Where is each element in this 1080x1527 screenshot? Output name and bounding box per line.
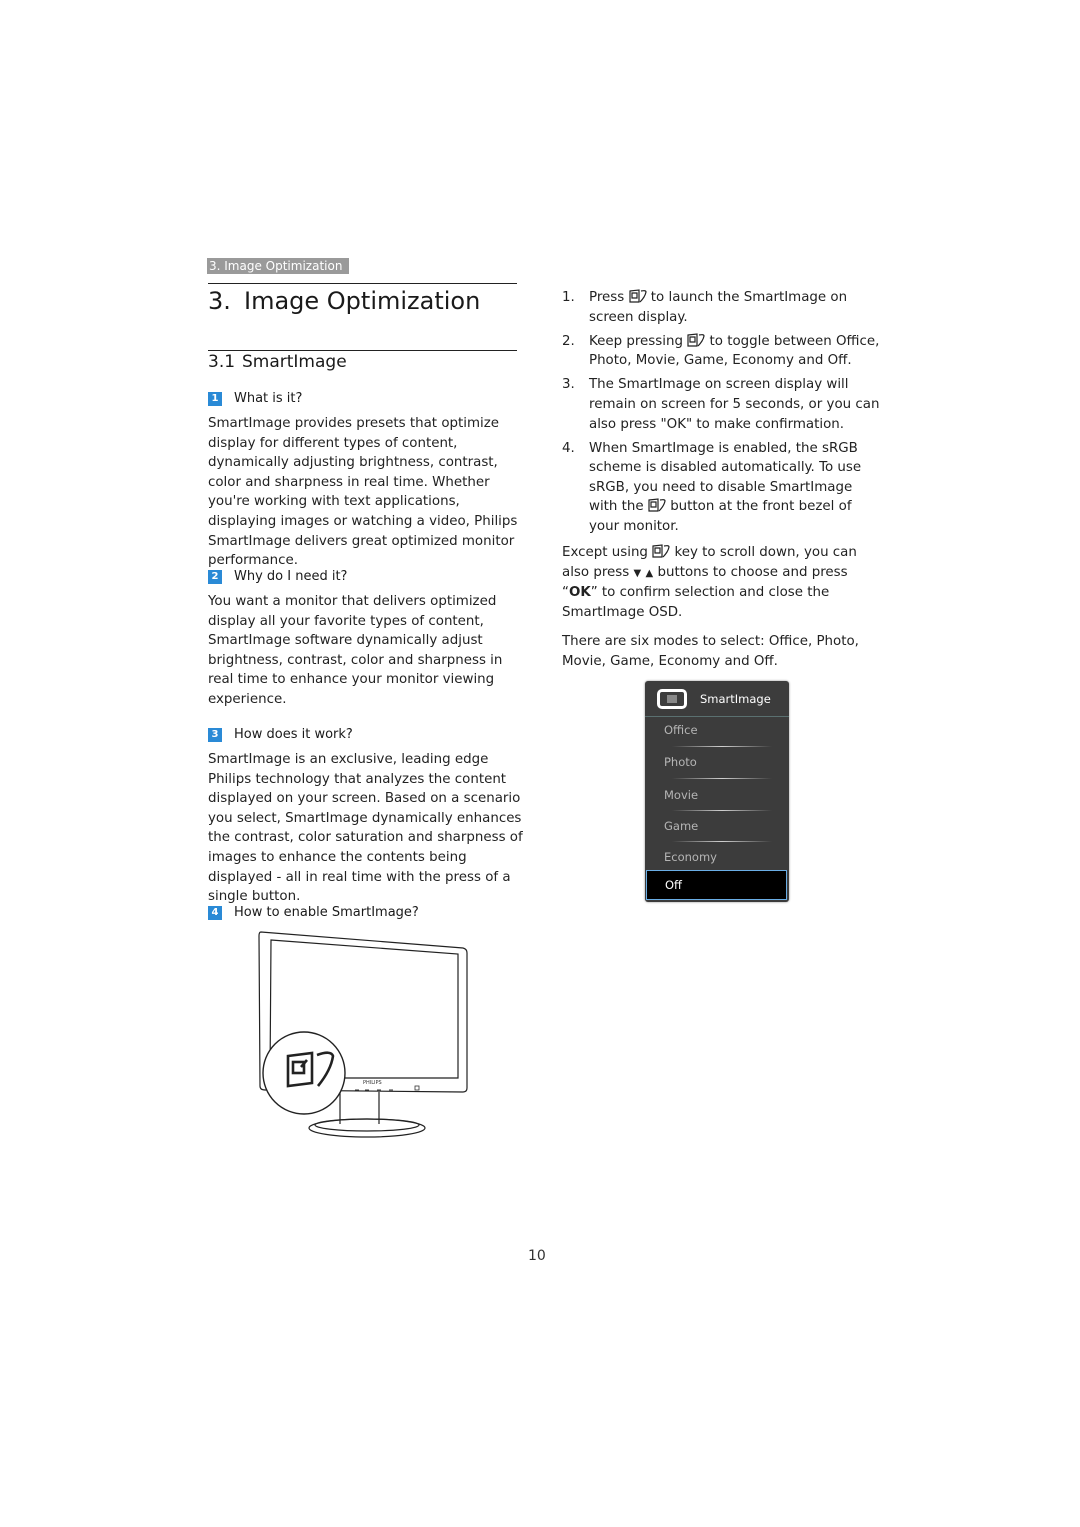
chapter-title-text: Image Optimization	[244, 287, 481, 315]
step-text: Keep pressing	[589, 333, 683, 349]
section-title: 3.1 SmartImage	[208, 352, 347, 372]
smartimage-key-icon	[628, 289, 647, 303]
monitor-illustration: PHILIPS	[258, 931, 468, 1138]
smartimage-osd: SmartImage Office Photo Movie Game Econo…	[645, 681, 789, 902]
steps-list: 1. Press to launch the SmartImage on scre…	[562, 288, 880, 541]
smartimage-logo-icon	[657, 688, 687, 709]
page-number: 10	[528, 1248, 546, 1264]
smartimage-key-icon	[687, 333, 705, 347]
number-badge: 1	[208, 391, 222, 406]
text: ” to confirm selection and close the Sma…	[562, 585, 830, 620]
modes-paragraph: There are six modes to select: Office, P…	[562, 634, 859, 669]
step-text: The SmartImage on screen display will re…	[589, 377, 880, 432]
monitor-brand: PHILIPS	[363, 1080, 382, 1086]
question-heading: 4 How to enable SmartImage?	[208, 905, 419, 920]
osd-separator	[672, 810, 772, 811]
down-arrow-icon: ▼	[633, 567, 642, 579]
chapter-number: 3.	[208, 287, 231, 315]
question-heading-text: How does it work?	[234, 727, 353, 742]
step-item: 1. Press to launch the SmartImage on scre…	[562, 288, 880, 327]
section-rule	[208, 350, 517, 351]
step-number: 1.	[562, 290, 575, 305]
step-item: 2. Keep pressing to toggle between Office…	[562, 332, 880, 371]
section-title-text: SmartImage	[242, 352, 347, 372]
text: Except using	[562, 545, 648, 560]
paragraph-how: SmartImage is an exclusive, leading edge…	[208, 752, 523, 905]
osd-header: SmartImage	[645, 681, 789, 717]
step-text: Press	[589, 290, 625, 305]
step-number: 2.	[562, 333, 575, 349]
step-item: 3. The SmartImage on screen display will …	[562, 375, 880, 434]
paragraph-what: SmartImage provides presets that optimiz…	[208, 416, 518, 569]
section-number: 3.1	[208, 352, 236, 372]
step-item: 4. When SmartImage is enabled, the sRGB s…	[562, 439, 880, 537]
question-heading-text: What is it?	[234, 391, 303, 406]
step-number: 4.	[562, 440, 575, 456]
question-heading-text: Why do I need it?	[234, 569, 348, 584]
breadcrumb: 3. Image Optimization	[207, 258, 350, 274]
osd-separator	[672, 778, 772, 779]
ok-label: OK	[568, 585, 591, 601]
up-arrow-icon: ▲	[645, 567, 654, 579]
osd-item-office[interactable]: Office	[645, 718, 789, 748]
osd-separator	[672, 841, 772, 842]
number-badge: 4	[208, 905, 222, 920]
osd-title: SmartImage	[700, 691, 771, 706]
chapter-title: 3. Image Optimization	[208, 287, 480, 315]
front-buttons	[355, 1085, 420, 1091]
question-heading: 2 Why do I need it?	[208, 569, 347, 584]
smartimage-key-icon	[648, 498, 666, 513]
question-heading: 3 How does it work?	[208, 727, 353, 742]
osd-item-game[interactable]: Game	[645, 814, 789, 844]
osd-item-off-selected[interactable]: Off	[646, 870, 787, 900]
osd-item-photo[interactable]: Photo	[645, 750, 789, 780]
step-number: 3.	[562, 377, 575, 393]
paragraph-why: You want a monitor that delivers optimiz…	[208, 594, 503, 707]
osd-item-movie[interactable]: Movie	[645, 783, 789, 813]
osd-separator	[672, 746, 772, 747]
number-badge: 2	[208, 569, 222, 584]
smartimage-key-icon	[652, 544, 670, 558]
question-heading-text: How to enable SmartImage?	[234, 905, 419, 920]
number-badge: 3	[208, 727, 222, 742]
except-paragraph: Except using key to scroll down, you can…	[562, 543, 880, 622]
chapter-rule	[208, 283, 517, 284]
question-heading: 1 What is it?	[208, 391, 302, 406]
